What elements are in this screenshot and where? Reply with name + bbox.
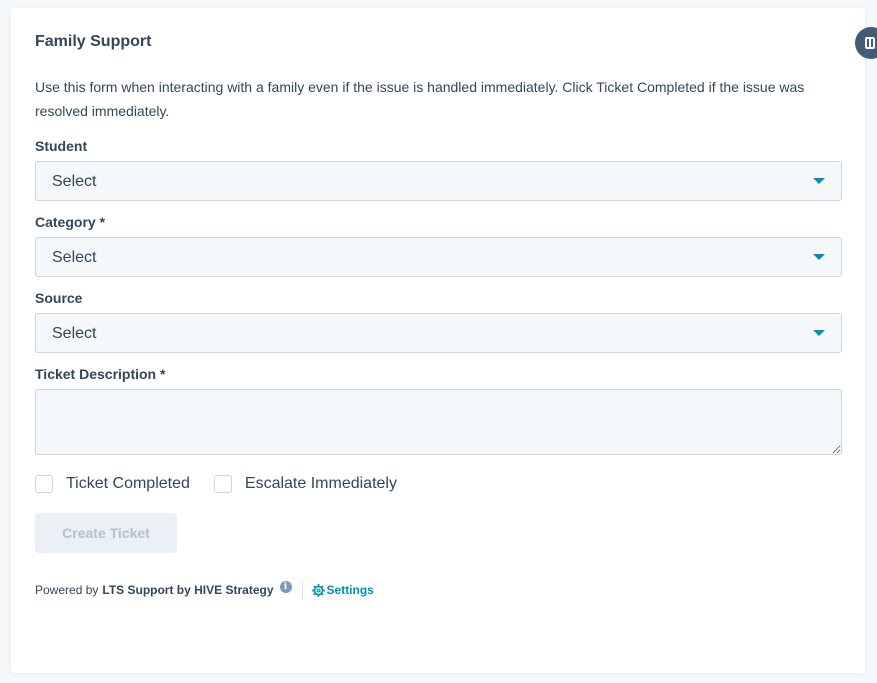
caret-down-icon — [813, 254, 825, 260]
category-select[interactable]: Select — [35, 237, 842, 277]
settings-label[interactable]: Settings — [327, 582, 374, 598]
escalate-immediately-label[interactable]: Escalate Immediately — [245, 474, 397, 494]
form-title: Family Support — [35, 33, 152, 50]
ticket-completed-option[interactable]: Ticket Completed — [35, 474, 190, 494]
powered-by-text: Powered by — [35, 583, 99, 597]
ticket-completed-label[interactable]: Ticket Completed — [66, 474, 190, 494]
category-select-value: Select — [52, 249, 97, 266]
checkbox-row: Ticket Completed Escalate Immediately — [35, 473, 841, 495]
source-select-value: Select — [52, 325, 97, 342]
caret-down-icon — [813, 178, 825, 184]
ticket-completed-checkbox[interactable] — [35, 475, 53, 493]
source-field: Source Select — [35, 289, 842, 353]
create-ticket-button[interactable]: Create Ticket — [35, 513, 177, 553]
category-label: Category * — [35, 214, 106, 230]
category-field: Category * Select — [35, 213, 842, 277]
escalate-immediately-option[interactable]: Escalate Immediately — [213, 474, 397, 494]
source-select[interactable]: Select — [35, 313, 842, 353]
source-label: Source — [35, 290, 83, 306]
escalate-immediately-checkbox[interactable] — [213, 475, 232, 493]
footer: Powered by LTS Support by HIVE Strategy … — [35, 580, 841, 600]
family-support-card: Family Support Use this form when intera… — [11, 8, 865, 673]
brand-name: LTS Support by HIVE Strategy — [102, 583, 274, 597]
student-field: Student Select — [35, 137, 842, 201]
footer-divider — [301, 580, 303, 600]
student-select[interactable]: Select — [35, 161, 842, 201]
gear-icon — [311, 583, 325, 597]
ticket-description-label: Ticket Description * — [35, 366, 166, 382]
ticket-description-field: Ticket Description * — [35, 365, 842, 455]
student-label: Student — [35, 138, 88, 154]
ticket-description-textarea[interactable] — [35, 389, 842, 455]
form-description: Use this form when interacting with a fa… — [35, 79, 805, 119]
panel-icon — [865, 37, 875, 49]
student-select-value: Select — [52, 173, 97, 190]
settings-link[interactable]: Settings — [311, 582, 374, 598]
caret-down-icon — [813, 330, 825, 336]
info-icon[interactable]: i — [279, 581, 292, 593]
